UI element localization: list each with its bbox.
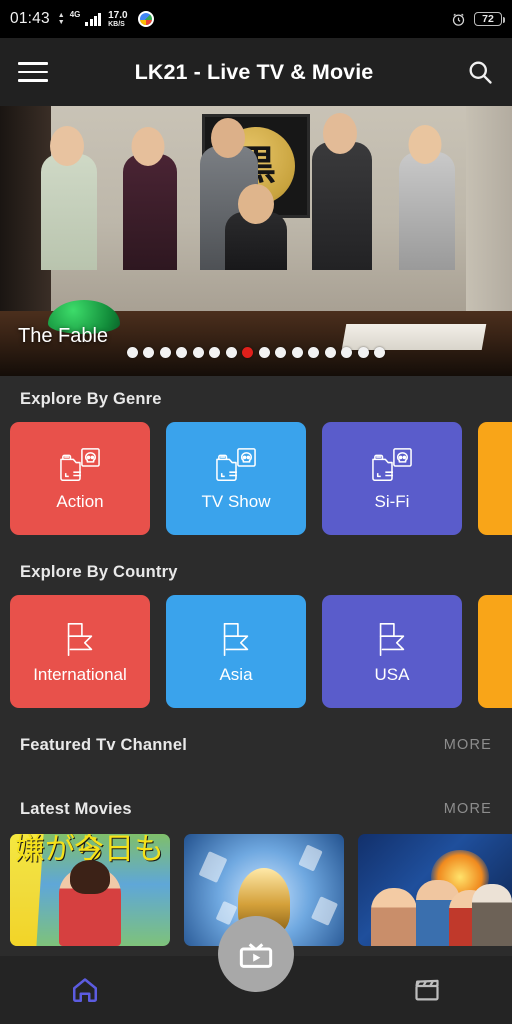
- hero-caption: The Fable: [18, 325, 109, 347]
- carousel-dot[interactable]: [308, 347, 320, 358]
- tv-play-icon: [239, 943, 273, 968]
- status-bar-right: 72: [451, 12, 505, 27]
- country-card[interactable]: [478, 595, 512, 708]
- folder-skull-icon: [216, 447, 256, 481]
- alarm-clock-icon: [452, 13, 465, 26]
- country-section-title: Explore By Country: [20, 562, 178, 581]
- country-card-label: USA: [374, 664, 410, 684]
- carousel-dot[interactable]: [291, 347, 303, 358]
- nav-item-home[interactable]: [0, 975, 171, 1005]
- featured-tv-more-button[interactable]: MORE: [444, 737, 492, 753]
- carousel-dot[interactable]: [258, 347, 270, 358]
- status-time: 01:43: [10, 10, 50, 27]
- search-icon[interactable]: [466, 58, 494, 86]
- featured-tv-section-header: Featured Tv Channel MORE: [0, 722, 512, 768]
- nav-item-movies[interactable]: [341, 976, 512, 1004]
- country-section-header: Explore By Country: [0, 549, 512, 595]
- featured-tv-section-title: Featured Tv Channel: [20, 735, 187, 754]
- google-play-icon: [137, 11, 154, 27]
- live-tv-fab-button[interactable]: [218, 916, 294, 992]
- latest-movies-section-header: Latest Movies MORE: [0, 786, 512, 832]
- country-card[interactable]: Asia: [166, 595, 306, 708]
- carousel-dot[interactable]: [341, 347, 353, 358]
- carousel-dot[interactable]: [242, 347, 254, 358]
- page-title: LK21 - Live TV & Movie: [134, 59, 374, 84]
- flag-icon: [67, 622, 93, 656]
- hero-carousel[interactable]: 黒 The Fable: [0, 106, 512, 376]
- country-card-label: International: [33, 664, 127, 684]
- carousel-dot[interactable]: [225, 347, 237, 358]
- folder-skull-icon: [60, 447, 100, 481]
- carousel-dot[interactable]: [126, 347, 138, 358]
- network-speed-unit: KB/S: [108, 20, 125, 28]
- battery-indicator: 72: [474, 12, 505, 26]
- genre-card-label: Si-Fi: [374, 491, 410, 511]
- movie-poster[interactable]: [358, 834, 512, 946]
- carousel-dot[interactable]: [324, 347, 336, 358]
- movie-poster[interactable]: 嫌がら 今日も: [10, 834, 170, 946]
- genre-section-title: Explore By Genre: [20, 389, 162, 408]
- genre-card-label: TV Show: [201, 491, 271, 511]
- status-bar-left: 01:43 ▲ ▼ 4G 17.0 KB/S: [10, 10, 154, 28]
- carousel-dots[interactable]: [0, 347, 512, 358]
- network-speed: 17.0 KB/S: [108, 9, 128, 28]
- genre-section-header: Explore By Genre: [0, 376, 512, 422]
- latest-movies-section-title: Latest Movies: [20, 799, 132, 818]
- genre-card[interactable]: A: [478, 422, 512, 535]
- genre-card[interactable]: Action: [10, 422, 150, 535]
- data-transfer-arrows-icon: ▲ ▼: [57, 11, 65, 26]
- clapperboard-icon: [415, 979, 439, 1001]
- carousel-dot[interactable]: [209, 347, 221, 358]
- flag-icon: [223, 622, 249, 656]
- carousel-dot[interactable]: [176, 347, 188, 358]
- flag-icon: [379, 622, 405, 656]
- network-type-label: 4G: [69, 9, 81, 19]
- carousel-dot[interactable]: [192, 347, 204, 358]
- country-card[interactable]: International: [10, 595, 150, 708]
- carousel-dot[interactable]: [357, 347, 369, 358]
- carousel-dot[interactable]: [143, 347, 155, 358]
- folder-skull-icon: [372, 447, 412, 481]
- genre-card-label: Action: [56, 491, 104, 511]
- home-icon: [73, 978, 98, 1002]
- country-card-row[interactable]: International Asia USA: [0, 595, 512, 708]
- carousel-dot[interactable]: [159, 347, 171, 358]
- genre-card[interactable]: Si-Fi: [322, 422, 462, 535]
- status-bar: 01:43 ▲ ▼ 4G 17.0 KB/S 72: [0, 0, 512, 38]
- carousel-dot[interactable]: [275, 347, 287, 358]
- genre-card[interactable]: TV Show: [166, 422, 306, 535]
- signal-strength-icon: [85, 12, 102, 26]
- carousel-dot[interactable]: [374, 347, 386, 358]
- app-bar: LK21 - Live TV & Movie: [0, 38, 512, 106]
- country-card[interactable]: USA: [322, 595, 462, 708]
- latest-movies-more-button[interactable]: MORE: [444, 801, 492, 817]
- genre-card-row[interactable]: Action TV Show Si-Fi A: [0, 422, 512, 535]
- country-card-label: Asia: [219, 664, 253, 684]
- network-speed-value: 17.0: [108, 9, 128, 21]
